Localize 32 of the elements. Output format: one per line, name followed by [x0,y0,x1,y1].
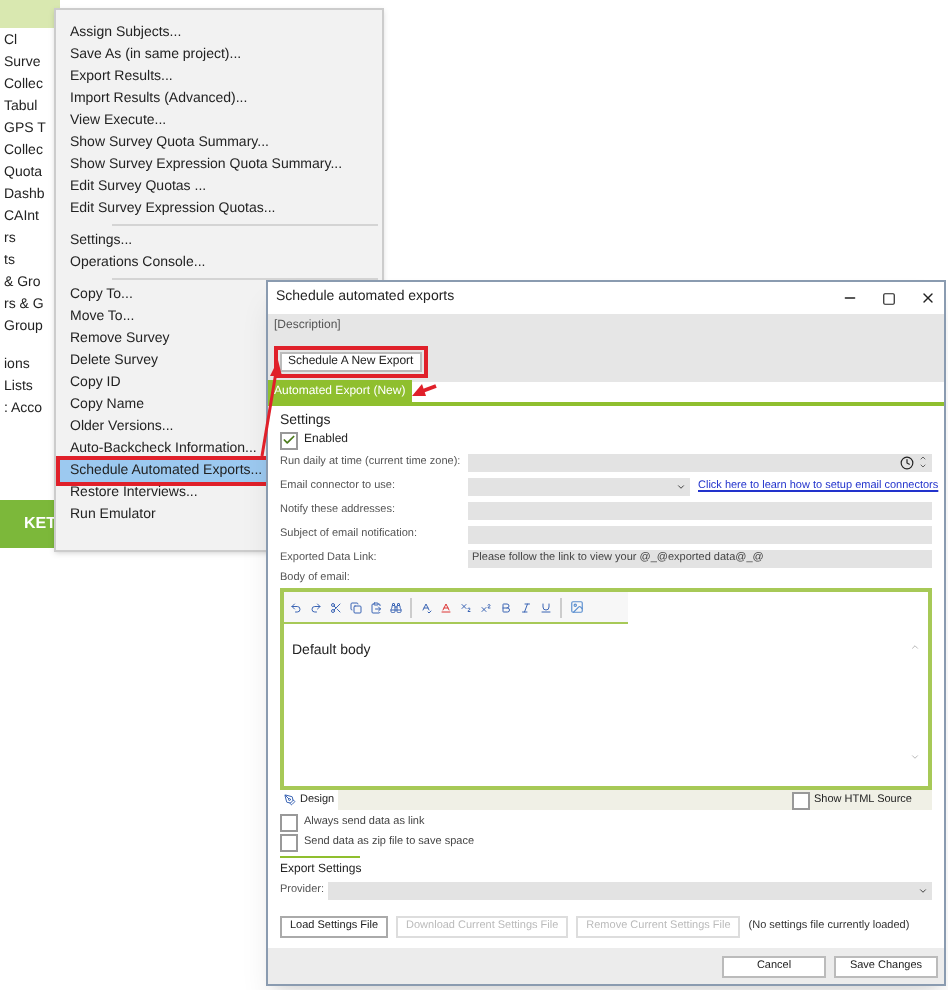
toolbar-background [0,0,60,28]
pen-icon [284,794,296,806]
redo-icon[interactable] [310,601,322,613]
close-icon[interactable] [920,290,936,306]
subscript-icon[interactable] [460,601,472,613]
input-field[interactable] [468,525,932,543]
binoculars-icon[interactable] [390,601,402,613]
image-icon[interactable] [570,600,584,614]
dropdown-icon [918,886,928,896]
annotation-arrow [412,384,437,396]
dropdown-icon [676,481,686,491]
clipboard-icon[interactable] [370,601,382,613]
time-field[interactable] [468,453,932,471]
clock-icon [900,455,914,469]
checkbox[interactable] [280,834,298,852]
select-field[interactable] [468,477,690,495]
checkbox[interactable] [280,431,298,449]
font-color-icon[interactable] [440,601,452,613]
checkbox[interactable] [791,791,810,809]
spellcheck-icon[interactable] [420,601,432,613]
banner-text: KET [24,512,56,536]
italic-icon[interactable] [520,601,532,613]
bold-icon[interactable] [500,601,512,613]
undo-icon[interactable] [290,601,302,613]
checkbox[interactable] [280,814,298,832]
input-field[interactable] [468,501,932,519]
superscript-icon[interactable] [480,601,492,613]
copy-icon[interactable] [350,601,362,613]
check-icon [282,432,296,448]
scissors-icon[interactable] [330,601,342,613]
maximize-icon[interactable] [882,291,896,305]
underline-icon[interactable] [540,601,552,613]
